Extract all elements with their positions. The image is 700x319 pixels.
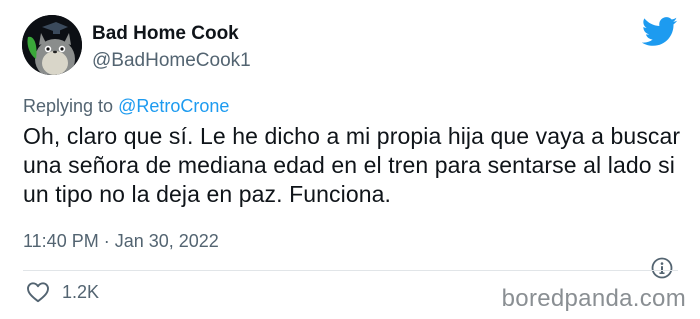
heart-outline-icon[interactable] bbox=[26, 281, 50, 303]
display-name[interactable]: Bad Home Cook bbox=[92, 22, 251, 46]
avatar[interactable] bbox=[22, 15, 82, 75]
tweet-text: Oh, claro que sí. Le he dicho a mi propi… bbox=[23, 123, 681, 207]
timestamp-link[interactable]: 11:40 PM · Jan 30, 2022 bbox=[23, 230, 219, 252]
replying-to-label: Replying to bbox=[23, 96, 119, 116]
replying-to: Replying to @RetroCrone bbox=[23, 95, 229, 117]
info-icon[interactable] bbox=[651, 257, 673, 279]
like-action[interactable]: 1.2K bbox=[26, 281, 99, 303]
replying-to-mention-link[interactable]: @RetroCrone bbox=[118, 96, 229, 116]
twitter-bird-icon[interactable] bbox=[642, 17, 678, 47]
author-block: Bad Home Cook @BadHomeCook1 bbox=[92, 22, 251, 73]
watermark: boredpanda.com bbox=[501, 285, 686, 312]
like-count: 1.2K bbox=[62, 282, 100, 302]
avatar-image bbox=[22, 15, 82, 75]
divider bbox=[23, 270, 678, 271]
handle[interactable]: @BadHomeCook1 bbox=[92, 49, 251, 73]
